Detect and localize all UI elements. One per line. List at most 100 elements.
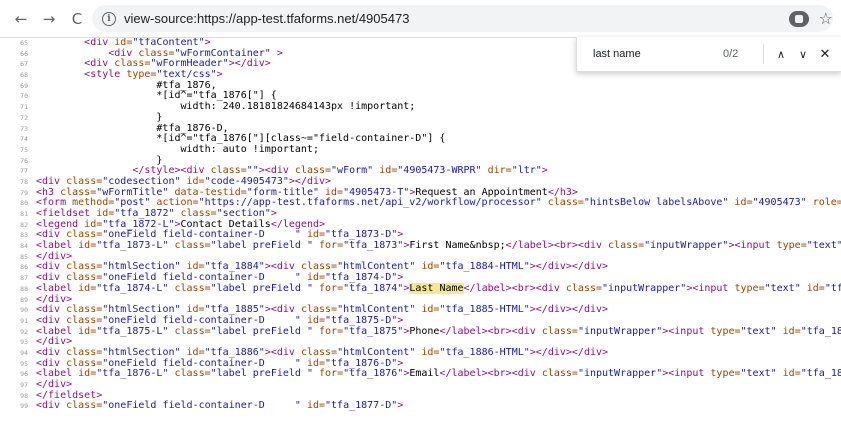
code-token: "tfaContent": [132, 38, 205, 48]
line-number: 85: [20, 252, 28, 261]
code-token: <div: [36, 314, 67, 326]
line-code: <label id="tfa_1873-L" class="label preF…: [36, 240, 841, 252]
code-token: "form-title": [246, 186, 319, 198]
code-token: id=: [78, 368, 97, 380]
page-action-icon[interactable]: [788, 11, 809, 27]
code-token: id=: [180, 346, 205, 358]
code-token: for=: [312, 368, 344, 380]
code-token: "code-4905473": [204, 175, 289, 187]
code-token: "tfa_1876": [800, 368, 841, 380]
code-token: ><input: [728, 240, 777, 252]
code-token: for=: [312, 282, 344, 294]
code-token: for=: [312, 240, 344, 252]
code-token: class=: [60, 186, 97, 198]
code-token: "https://app-test.tfaforms.net/api_v2/wo…: [198, 197, 542, 209]
code-token: }: [36, 111, 163, 123]
code-token: "tfa_1873": [343, 240, 404, 252]
code-token: id=: [300, 400, 326, 412]
code-token: </fieldset>: [36, 389, 103, 401]
code-token: class=: [608, 240, 645, 252]
line-number: 73: [20, 124, 28, 133]
toolbar-actions: ☆: [788, 11, 833, 27]
code-token: "tfa_1877-D": [325, 400, 398, 412]
address-bar[interactable]: i view-source:https://app-test.tfaforms.…: [92, 5, 833, 32]
line-number: 99: [20, 402, 28, 411]
code-token: "section": [216, 208, 271, 219]
code-token: class=: [300, 261, 338, 273]
source-line: 99 <div class="oneField field-container-D…: [0, 401, 841, 412]
code-token: </label><br><div: [439, 325, 542, 337]
line-number: 74: [20, 135, 28, 144]
code-token: class=: [210, 165, 247, 177]
code-token: "tfa_1873-L": [96, 240, 169, 252]
code-token: "text": [740, 325, 777, 337]
code-token: id=: [300, 314, 326, 326]
line-number: 83: [20, 231, 28, 240]
code-token: "oneField field-container-D ": [102, 314, 301, 326]
code-token: <div: [36, 229, 67, 241]
line-number: 77: [20, 167, 28, 176]
line-number: 76: [20, 156, 28, 165]
line-number: 79: [20, 188, 28, 197]
bookmark-star-icon[interactable]: ☆: [819, 11, 833, 27]
back-button[interactable]: ←: [10, 8, 32, 30]
code-token: </style><div: [132, 165, 211, 177]
code-token: id=: [180, 261, 205, 273]
code-token: ><div: [264, 346, 301, 358]
reload-button[interactable]: C: [66, 8, 88, 30]
code-token: id=: [415, 304, 440, 316]
line-number: 65: [20, 39, 28, 47]
find-match-count: 0/2: [723, 48, 739, 60]
code-token: "tfa_1873-D": [325, 229, 398, 241]
code-token: "tfa_1875": [343, 325, 404, 337]
code-token: "tfa_1876-L": [96, 368, 169, 380]
code-token: id=: [84, 218, 103, 230]
code-token: "wFormTitle": [96, 186, 169, 198]
code-token: class=: [168, 240, 211, 252]
line-number: 98: [20, 391, 28, 400]
code-token: </label><br><div: [439, 368, 542, 380]
code-token: <div: [36, 272, 67, 284]
code-token: type=: [710, 325, 741, 337]
code-token: ><div: [264, 304, 301, 316]
code-token: </div>: [36, 250, 73, 262]
code-token: "4905473-T": [343, 186, 410, 198]
find-next-button[interactable]: ∨: [792, 48, 814, 61]
url-text[interactable]: view-source:https://app-test.tfaforms.ne…: [124, 11, 409, 26]
code-token: class=: [66, 175, 103, 187]
code-token: ></div>: [288, 175, 332, 187]
source-line: 84 <label id="tfa_1873-L" class="label pr…: [0, 240, 841, 252]
code-token: class=: [541, 197, 584, 209]
find-close-button[interactable]: ✕: [814, 46, 836, 62]
line-number: 92: [20, 327, 28, 336]
code-token: id=: [728, 197, 753, 209]
code-token: id=: [300, 272, 326, 284]
find-input[interactable]: last name: [593, 48, 723, 60]
code-token: ><input: [686, 282, 735, 294]
line-number: 75: [20, 145, 28, 154]
code-token: id=: [373, 165, 398, 177]
find-match-highlight: Last Name: [409, 282, 464, 294]
find-divider: [763, 44, 764, 64]
code-token: "wForm": [331, 165, 374, 177]
source-line: 92 <label id="tfa_1875-L" class="label pr…: [0, 325, 841, 338]
code-token: <div: [36, 357, 67, 369]
code-token: width: auto !important;: [36, 143, 319, 155]
find-previous-button[interactable]: ∧: [770, 48, 792, 61]
code-token: "tfa_1874-D": [325, 272, 398, 284]
code-token: width: 240.18181824684143px !important;: [36, 101, 416, 113]
code-token: id=: [78, 325, 97, 337]
code-token: id=: [300, 357, 326, 369]
code-token: #tfa_1876,: [36, 79, 217, 91]
code-token: "tfa_1876": [343, 368, 404, 380]
line-number: 81: [20, 210, 28, 218]
code-token: type=: [710, 368, 741, 380]
site-info-icon[interactable]: i: [102, 11, 116, 26]
forward-button[interactable]: →: [38, 8, 60, 30]
code-token: ><div: [258, 165, 295, 177]
code-token: ></div></div>: [529, 261, 609, 273]
code-token: <div: [84, 58, 115, 70]
code-token: "tfa_1886-HTML": [439, 346, 530, 358]
code-token: ></div></div>: [529, 346, 609, 358]
